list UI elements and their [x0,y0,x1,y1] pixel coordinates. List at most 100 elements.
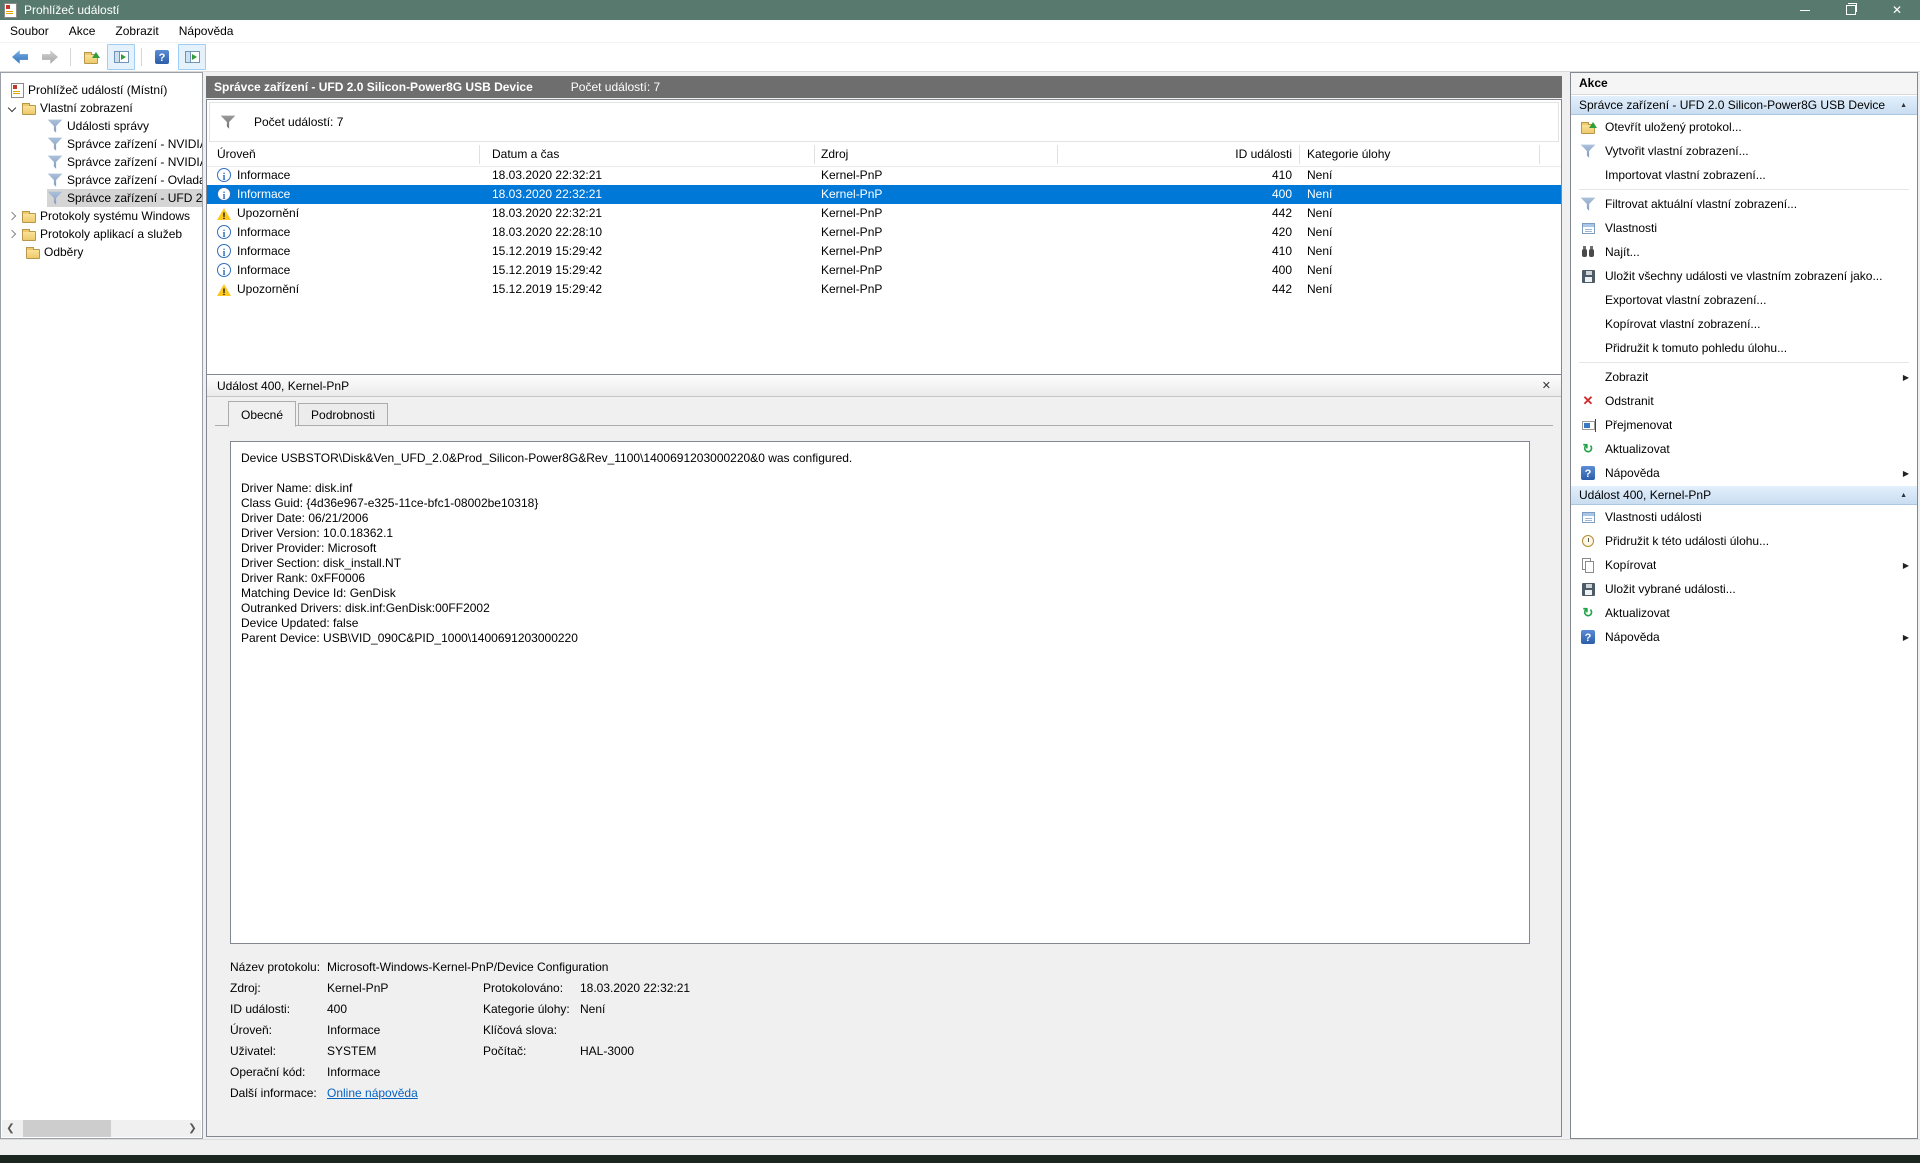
event-row[interactable]: Informace 15.12.2019 15:29:42 Kernel-PnP… [207,261,1561,280]
tree-item-device-manager-ufd[interactable]: Správce zařízení - UFD 2.0 [1,189,202,207]
event-row[interactable]: Informace 18.03.2020 22:28:10 Kernel-PnP… [207,223,1561,242]
action-event-properties[interactable]: Vlastnosti události [1571,505,1917,529]
column-source[interactable]: Zdroj [821,147,848,161]
scrollbar-track[interactable] [19,1120,184,1137]
event-row[interactable]: Informace 15.12.2019 15:29:42 Kernel-PnP… [207,242,1561,261]
rename-icon [1582,421,1595,430]
help-button[interactable] [148,44,176,70]
binoculars-icon [1580,244,1596,260]
action-copy-custom-view[interactable]: Kopírovat vlastní zobrazení... [1571,312,1917,336]
action-save-selected-events[interactable]: Uložit vybrané události... [1571,577,1917,601]
tree-item-subscriptions[interactable]: Odběry [1,243,202,261]
action-filter-current-view[interactable]: Filtrovat aktuální vlastní zobrazení... [1571,192,1917,216]
scroll-left-arrow[interactable]: ❮ [2,1120,19,1137]
column-event-id[interactable]: ID události [1059,147,1292,161]
menu-napoveda[interactable]: Nápověda [169,21,244,41]
event-row[interactable]: Upozornění 15.12.2019 15:29:42 Kernel-Pn… [207,280,1561,299]
action-create-custom-view[interactable]: Vytvořit vlastní zobrazení... [1571,139,1917,163]
column-task-category[interactable]: Kategorie úlohy [1307,147,1390,161]
restore-button[interactable] [1828,0,1874,20]
action-refresh[interactable]: Aktualizovat [1571,437,1917,461]
folder-icon [22,105,36,115]
submenu-arrow-icon: ▶ [1897,561,1909,570]
actions-section-event-header[interactable]: Událost 400, Kernel-PnP ▲ [1571,485,1917,505]
action-import-custom-view[interactable]: Importovat vlastní zobrazení... [1571,163,1917,187]
folder-icon [22,231,36,241]
scrollbar-thumb[interactable] [23,1120,111,1137]
action-event-refresh[interactable]: Aktualizovat [1571,601,1917,625]
collapse-icon[interactable]: ▲ [1900,102,1907,109]
field-value: 400 [327,1002,347,1016]
column-datetime[interactable]: Datum a čas [492,147,559,161]
close-button[interactable]: ✕ [1874,0,1920,20]
minimize-button[interactable] [1782,0,1828,20]
field-label: Úroveň: [230,1023,272,1037]
chevron-down-icon[interactable] [8,104,16,112]
close-icon[interactable]: ✕ [1542,379,1551,392]
tree-item-app-service-logs[interactable]: Protokoly aplikací a služeb [1,225,202,243]
event-list: Počet událostí: 7 Úroveň Datum a čas Zdr… [206,99,1562,375]
event-description[interactable]: Device USBSTOR\Disk&Ven_UFD_2.0&Prod_Sil… [230,441,1530,944]
tree-item-admin-events[interactable]: Události správy [1,117,202,135]
chevron-right-icon[interactable] [8,230,16,238]
field-label: Další informace: [230,1086,317,1100]
forward-icon [42,49,58,65]
event-viewer-icon [11,83,24,98]
copy-icon [1580,557,1596,573]
filter-icon [47,172,63,188]
tab-obecne[interactable]: Obecné [228,401,296,427]
forward-button[interactable] [36,44,64,70]
separator [1579,189,1909,190]
list-column-headers: Úroveň Datum a čas Zdroj ID události Kat… [207,144,1561,167]
back-button[interactable] [6,44,34,70]
tree-item-root[interactable]: Prohlížeč událostí (Místní) [1,81,202,99]
scroll-right-arrow[interactable]: ❯ [184,1120,201,1137]
action-delete[interactable]: Odstranit [1571,389,1917,413]
open-folder-icon [84,54,98,64]
event-row[interactable]: Informace 18.03.2020 22:32:21 Kernel-PnP… [207,166,1561,185]
field-label: Klíčová slova: [483,1023,557,1037]
chevron-right-icon[interactable] [8,212,16,220]
online-help-link[interactable]: Online nápověda [327,1086,418,1100]
horizontal-scrollbar[interactable]: ❮ ❯ [2,1120,201,1137]
tree-item-device-manager-nvidia-1[interactable]: Správce zařízení - NVIDIA [1,135,202,153]
tree-item-device-manager-ovlada[interactable]: Správce zařízení - Ovlada [1,171,202,189]
show-action-pane-button[interactable] [178,44,206,70]
tree-item-windows-logs[interactable]: Protokoly systému Windows [1,207,202,225]
column-level[interactable]: Úroveň [217,147,256,161]
tab-podrobnosti[interactable]: Podrobnosti [298,403,388,426]
menu-soubor[interactable]: Soubor [0,21,59,41]
event-row-selected[interactable]: Informace 18.03.2020 22:32:21 Kernel-PnP… [207,185,1561,204]
submenu-arrow-icon: ▶ [1897,373,1909,382]
event-row[interactable]: Upozornění 18.03.2020 22:32:21 Kernel-Pn… [207,204,1561,223]
action-event-help[interactable]: Nápověda ▶ [1571,625,1917,649]
open-saved-log-button[interactable] [77,44,105,70]
tree-item-device-manager-nvidia-2[interactable]: Správce zařízení - NVIDIA [1,153,202,171]
menu-bar: Soubor Akce Zobrazit Nápověda [0,20,1920,43]
show-console-tree-button[interactable] [107,44,135,70]
action-open-saved-log[interactable]: Otevřít uložený protokol... [1571,115,1917,139]
actions-section-view-header[interactable]: Správce zařízení - UFD 2.0 Silicon-Power… [1571,95,1917,115]
help-icon [1581,466,1595,480]
action-properties[interactable]: Vlastnosti [1571,216,1917,240]
action-export-custom-view[interactable]: Exportovat vlastní zobrazení... [1571,288,1917,312]
actions-title: Akce [1571,73,1917,95]
event-details-pane: Událost 400, Kernel-PnP ✕ Obecné Podrobn… [206,374,1562,1137]
field-value: SYSTEM [327,1044,376,1058]
action-attach-task-to-view[interactable]: Přidružit k tomuto pohledu úlohu... [1571,336,1917,360]
action-help[interactable]: Nápověda ▶ [1571,461,1917,485]
action-view[interactable]: Zobrazit ▶ [1571,365,1917,389]
action-rename[interactable]: Přejmenovat [1571,413,1917,437]
menu-zobrazit[interactable]: Zobrazit [105,21,168,41]
action-attach-task-to-event[interactable]: Přidružit k této události úlohu... [1571,529,1917,553]
action-copy[interactable]: Kopírovat ▶ [1571,553,1917,577]
action-find[interactable]: Najít... [1571,240,1917,264]
menu-akce[interactable]: Akce [59,21,106,41]
tree-item-custom-views[interactable]: Vlastní zobrazení [1,99,202,117]
action-save-all-events[interactable]: Uložit všechny události ve vlastním zobr… [1571,264,1917,288]
collapse-icon[interactable]: ▲ [1900,492,1907,499]
field-label: Operační kód: [230,1065,305,1079]
refresh-icon [1580,441,1596,457]
info-icon [217,225,231,239]
info-icon [217,187,231,201]
